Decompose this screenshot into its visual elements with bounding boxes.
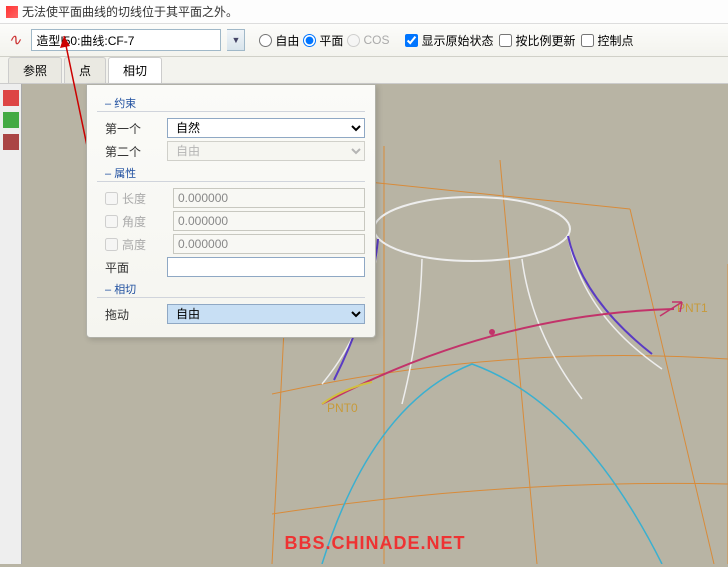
radio-cos-input	[347, 34, 360, 47]
check-control-points[interactable]: 控制点	[581, 32, 633, 49]
check-show-original[interactable]: 显示原始状态	[405, 32, 493, 49]
tab-tangent[interactable]: 相切	[108, 57, 162, 83]
radio-free[interactable]: 自由	[259, 32, 299, 49]
length-checkbox: 长度	[105, 190, 167, 207]
radio-plane[interactable]: 平面	[303, 32, 343, 49]
radio-plane-input[interactable]	[303, 34, 316, 47]
tangent-group-title: 相切	[97, 281, 365, 298]
radio-cos: COS	[347, 33, 389, 47]
length-field	[173, 188, 365, 208]
curve-icon: ∿	[8, 30, 21, 50]
angle-field	[173, 211, 365, 231]
height-checkbox: 高度	[105, 236, 167, 253]
drag-combo[interactable]: 自由	[167, 304, 365, 324]
check-update-scale-input[interactable]	[499, 34, 512, 47]
check-update-scale[interactable]: 按比例更新	[499, 32, 575, 49]
check-show-original-input[interactable]	[405, 34, 418, 47]
viewport-3d[interactable]: PNT0 PNT1 约束 第一个 自然 第二个	[22, 84, 728, 564]
second-combo: 自由	[167, 141, 365, 161]
warning-bar: 无法使平面曲线的切线位于其平面之外。	[0, 0, 728, 24]
display-options: 显示原始状态 按比例更新 控制点	[405, 32, 633, 49]
tool-icon-2[interactable]	[3, 112, 19, 128]
angle-checkbox: 角度	[105, 213, 167, 230]
tab-reference[interactable]: 参照	[8, 57, 62, 83]
tangent-panel: 约束 第一个 自然 第二个 自由 属性 长度	[86, 84, 376, 338]
model-reference-input[interactable]	[31, 29, 221, 51]
first-label: 第一个	[105, 120, 161, 137]
constraint-group-title: 约束	[97, 95, 365, 112]
attr-group-title: 属性	[97, 165, 365, 182]
main-toolbar: ∿ ▼ 自由 平面 COS 显示原始状态 按比例更新 控制点	[0, 24, 728, 57]
check-control-points-input[interactable]	[581, 34, 594, 47]
drag-label: 拖动	[105, 306, 161, 323]
second-label: 第二个	[105, 143, 161, 160]
warning-text: 无法使平面曲线的切线位于其平面之外。	[22, 3, 238, 20]
plane-label: 平面	[105, 259, 161, 276]
left-toolbar	[0, 84, 22, 564]
radio-free-input[interactable]	[259, 34, 272, 47]
workspace: PNT0 PNT1 约束 第一个 自然 第二个	[0, 84, 728, 564]
plane-field[interactable]	[167, 257, 365, 277]
tool-icon-3[interactable]	[3, 134, 19, 150]
tool-icon-1[interactable]	[3, 90, 19, 106]
warning-icon	[6, 6, 18, 18]
tab-bar: 参照 点 相切	[0, 57, 728, 84]
watermark: BBS.CHINADE.NET	[284, 533, 465, 554]
curve-type-radios: 自由 平面 COS	[259, 32, 389, 49]
pnt0-label: PNT0	[327, 401, 358, 415]
model-dropdown-button[interactable]: ▼	[227, 29, 245, 51]
first-combo[interactable]: 自然	[167, 118, 365, 138]
tab-point[interactable]: 点	[64, 57, 106, 83]
height-field	[173, 234, 365, 254]
